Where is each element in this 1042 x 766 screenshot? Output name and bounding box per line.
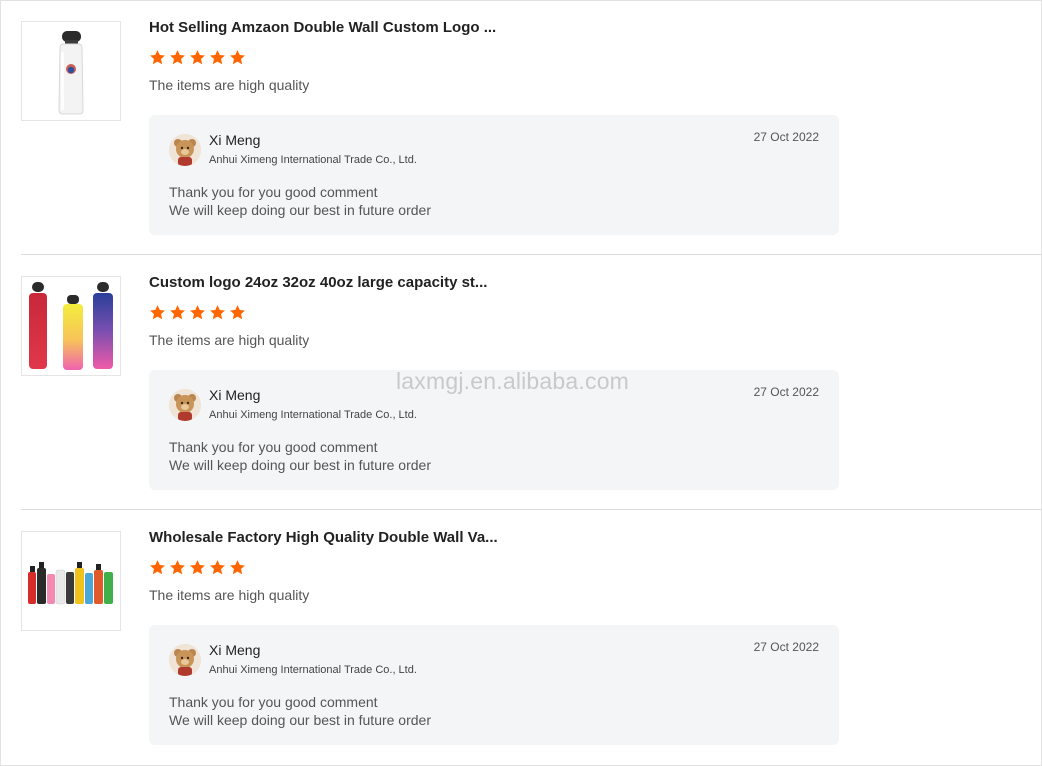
reply-date: 27 Oct 2022 — [753, 640, 819, 654]
avatar — [169, 644, 201, 676]
seller-name: Xi Meng — [209, 387, 261, 403]
reply-line-1: Thank you for you good comment — [169, 184, 378, 200]
star-icon — [230, 305, 245, 320]
product-title[interactable]: Custom logo 24oz 32oz 40oz large capacit… — [149, 274, 487, 291]
star-icon — [170, 50, 185, 65]
star-icon — [190, 305, 205, 320]
star-icon — [230, 560, 245, 575]
rating-stars — [149, 559, 246, 579]
seller-reply: Xi Meng Anhui Ximeng International Trade… — [149, 115, 839, 235]
reply-message: Thank you for you good comment We will k… — [169, 693, 431, 729]
review-comment: The items are high quality — [149, 332, 310, 348]
product-title[interactable]: Wholesale Factory High Quality Double Wa… — [149, 529, 498, 546]
review-item: Wholesale Factory High Quality Double Wa… — [21, 510, 1042, 765]
star-icon — [170, 305, 185, 320]
star-icon — [210, 560, 225, 575]
reply-message: Thank you for you good comment We will k… — [169, 438, 431, 474]
seller-name: Xi Meng — [209, 132, 261, 148]
seller-company: Anhui Ximeng International Trade Co., Lt… — [209, 664, 417, 676]
product-thumbnail-gradient-bottles[interactable] — [21, 276, 121, 376]
reply-message: Thank you for you good comment We will k… — [169, 183, 431, 219]
review-comment: The items are high quality — [149, 77, 310, 93]
star-icon — [230, 50, 245, 65]
rating-stars — [149, 304, 246, 324]
product-thumbnail-colorful-bottles[interactable] — [21, 531, 121, 631]
star-icon — [190, 560, 205, 575]
product-thumbnail-white-bottle[interactable] — [21, 21, 121, 121]
star-icon — [190, 50, 205, 65]
avatar — [169, 134, 201, 166]
reply-line-2: We will keep doing our best in future or… — [169, 712, 431, 728]
product-title[interactable]: Hot Selling Amzaon Double Wall Custom Lo… — [149, 19, 496, 36]
reply-line-1: Thank you for you good comment — [169, 694, 378, 710]
reply-line-1: Thank you for you good comment — [169, 439, 378, 455]
seller-company: Anhui Ximeng International Trade Co., Lt… — [209, 154, 417, 166]
reply-line-2: We will keep doing our best in future or… — [169, 202, 431, 218]
seller-reply: Xi Meng Anhui Ximeng International Trade… — [149, 625, 839, 745]
review-comment: The items are high quality — [149, 587, 310, 603]
star-icon — [210, 305, 225, 320]
reply-date: 27 Oct 2022 — [753, 130, 819, 144]
star-icon — [150, 560, 165, 575]
star-icon — [210, 50, 225, 65]
review-item: Hot Selling Amzaon Double Wall Custom Lo… — [21, 0, 1042, 255]
seller-company: Anhui Ximeng International Trade Co., Lt… — [209, 409, 417, 421]
rating-stars — [149, 49, 246, 69]
review-item: Custom logo 24oz 32oz 40oz large capacit… — [21, 255, 1042, 510]
star-icon — [150, 305, 165, 320]
seller-name: Xi Meng — [209, 642, 261, 658]
star-icon — [170, 560, 185, 575]
seller-reply: Xi Meng Anhui Ximeng International Trade… — [149, 370, 839, 490]
star-icon — [150, 50, 165, 65]
reply-date: 27 Oct 2022 — [753, 385, 819, 399]
avatar — [169, 389, 201, 421]
reply-line-2: We will keep doing our best in future or… — [169, 457, 431, 473]
